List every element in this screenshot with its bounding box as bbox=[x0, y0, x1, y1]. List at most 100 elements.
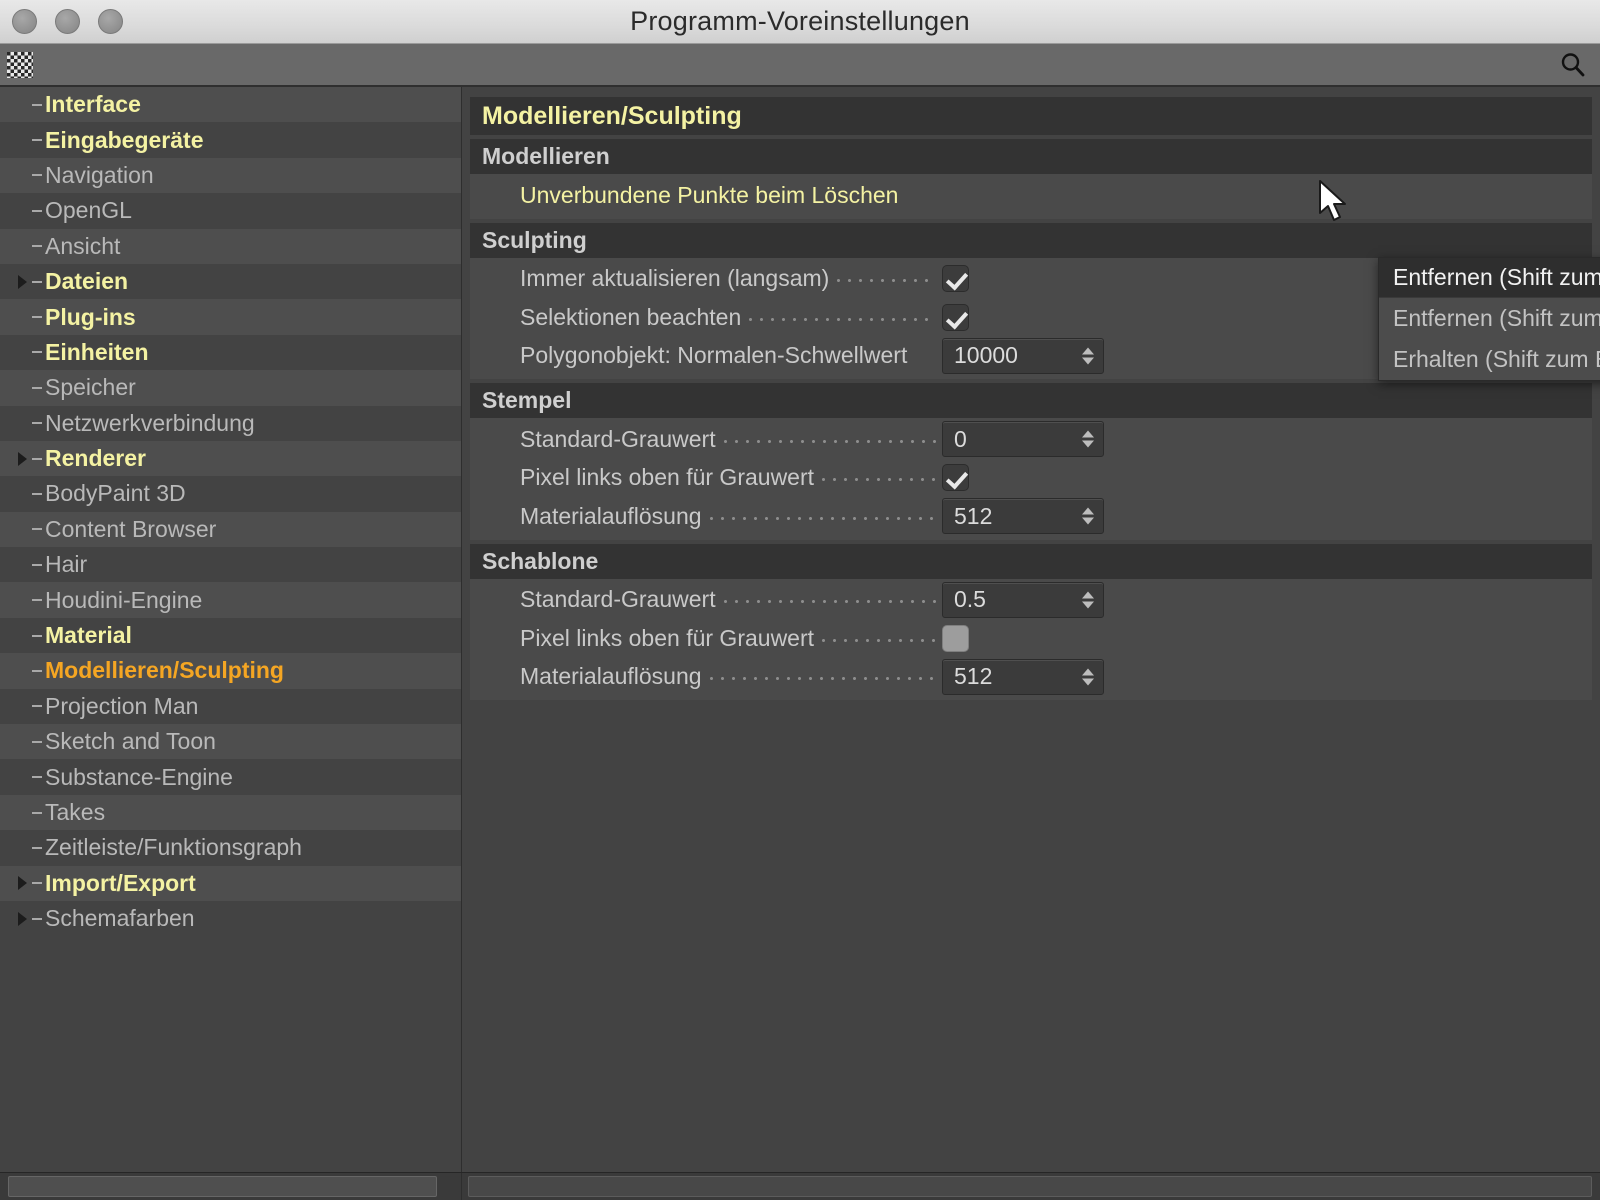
stepper-down-icon[interactable] bbox=[1082, 440, 1094, 448]
dropdown-option[interactable]: Entfernen (Shift zum Erhalten) bbox=[1379, 298, 1600, 339]
stepper-arrows[interactable] bbox=[1082, 591, 1094, 609]
stepper-arrows[interactable] bbox=[1082, 430, 1094, 448]
sidebar-item-speicher[interactable]: Speicher bbox=[0, 370, 461, 406]
search-icon[interactable] bbox=[1556, 48, 1590, 82]
sidebar-item-ansicht[interactable]: Ansicht bbox=[0, 228, 461, 264]
sidebar-item-import-export[interactable]: Import/Export bbox=[0, 865, 461, 901]
bottom-scrollbar-area bbox=[0, 1172, 1600, 1200]
sidebar-item-zeitleiste-funktionsgraph[interactable]: Zeitleiste/Funktionsgraph bbox=[0, 830, 461, 866]
tree-connector bbox=[32, 386, 42, 389]
sidebar-item-dateien[interactable]: Dateien bbox=[0, 263, 461, 300]
stepper-down-icon[interactable] bbox=[1082, 517, 1094, 525]
minimize-button[interactable] bbox=[55, 9, 80, 34]
window-controls bbox=[12, 0, 123, 43]
control-slot: 512 bbox=[942, 498, 1592, 535]
control-slot: 0 bbox=[942, 421, 1592, 458]
sidebar-item-navigation[interactable]: Navigation bbox=[0, 157, 461, 194]
stepper-up-icon[interactable] bbox=[1082, 430, 1094, 438]
sidebar-item-houdini-engine[interactable]: Houdini-Engine bbox=[0, 582, 461, 618]
expand-triangle-icon[interactable] bbox=[18, 876, 27, 891]
zoom-button[interactable] bbox=[98, 9, 123, 34]
expand-triangle-icon[interactable] bbox=[18, 911, 27, 926]
control-slot: 0.5 bbox=[942, 581, 1592, 618]
sidebar-item-eingabeger-te[interactable]: Eingabegeräte bbox=[0, 122, 461, 158]
sidebar-item-content-browser[interactable]: Content Browser bbox=[0, 511, 461, 548]
setting-row: Standard-Grauwert 0 bbox=[470, 420, 1592, 459]
grip-dots-icon[interactable] bbox=[7, 51, 33, 78]
scrollbar-thumb[interactable] bbox=[468, 1176, 1592, 1197]
stepper-down-icon[interactable] bbox=[1082, 357, 1094, 365]
sidebar-item-label: BodyPaint 3D bbox=[45, 480, 186, 507]
dotted-leader bbox=[902, 186, 936, 205]
sidebar-item-takes[interactable]: Takes bbox=[0, 794, 461, 831]
close-button[interactable] bbox=[12, 9, 37, 34]
dotted-leader bbox=[719, 429, 936, 449]
tree-connector bbox=[32, 599, 42, 602]
checkbox[interactable] bbox=[942, 303, 969, 331]
sidebar-item-opengl[interactable]: OpenGL bbox=[0, 193, 461, 229]
sidebar-item-projection-man[interactable]: Projection Man bbox=[0, 688, 461, 725]
number-field[interactable]: 0 bbox=[942, 421, 1104, 458]
setting-label: Unverbundene Punkte beim Löschen bbox=[520, 181, 899, 208]
content-horizontal-scrollbar[interactable] bbox=[462, 1173, 1600, 1200]
sidebar-item-substance-engine[interactable]: Substance-Engine bbox=[0, 759, 461, 795]
sidebar-item-material[interactable]: Material bbox=[0, 617, 461, 654]
sidebar-item-bodypaint-3d[interactable]: BodyPaint 3D bbox=[0, 476, 461, 512]
sidebar-item-hair[interactable]: Hair bbox=[0, 547, 461, 583]
number-field[interactable]: 0.5 bbox=[942, 581, 1104, 618]
dropdown-selected-option[interactable]: Entfernen (Shift zum Erhalten) bbox=[1379, 258, 1600, 298]
sidebar-horizontal-scrollbar[interactable] bbox=[0, 1173, 462, 1200]
sidebar-item-plug-ins[interactable]: Plug-ins bbox=[0, 299, 461, 335]
expand-triangle-icon[interactable] bbox=[18, 451, 27, 466]
sidebar-item-schemafarben[interactable]: Schemafarben bbox=[0, 900, 461, 937]
dropdown-menu[interactable]: Entfernen (Shift zum Erhalten) Entfernen… bbox=[1378, 257, 1600, 381]
toolbar bbox=[0, 44, 1600, 87]
setting-row: Standard-Grauwert 0.5 bbox=[470, 581, 1592, 620]
sidebar-item-netzwerkverbindung[interactable]: Netzwerkverbindung bbox=[0, 405, 461, 441]
setting-label: Pixel links oben für Grauwert bbox=[520, 464, 815, 491]
content-inner: Modellieren/Sculpting Modellieren Unverbu… bbox=[470, 97, 1592, 700]
sidebar-item-sketch-and-toon[interactable]: Sketch and Toon bbox=[0, 724, 461, 760]
sidebar-item-label: Takes bbox=[45, 799, 106, 825]
tree-connector bbox=[32, 669, 42, 672]
stepper-up-icon[interactable] bbox=[1082, 668, 1094, 676]
scrollbar-thumb[interactable] bbox=[8, 1176, 438, 1197]
stepper-arrows[interactable] bbox=[1082, 668, 1094, 686]
sidebar-item-label: Interface bbox=[45, 91, 141, 118]
setting-row: Materialauflösung 512 bbox=[470, 497, 1592, 536]
sidebar-item-label: Ansicht bbox=[45, 232, 121, 259]
checkbox[interactable] bbox=[942, 265, 969, 293]
setting-label: Materialauflösung bbox=[520, 502, 702, 529]
sidebar-item-label: Sketch and Toon bbox=[45, 728, 216, 755]
number-value: 0.5 bbox=[954, 586, 986, 613]
number-field[interactable]: 512 bbox=[942, 498, 1104, 535]
preferences-window: Programm-Voreinstellungen Interface Einga… bbox=[0, 0, 1600, 1200]
number-field[interactable]: 512 bbox=[942, 658, 1104, 695]
setting-label: Selektionen beachten bbox=[520, 303, 742, 330]
tree-connector bbox=[32, 740, 42, 743]
expand-triangle-icon[interactable] bbox=[18, 274, 27, 289]
setting-row: Pixel links oben für Grauwert bbox=[470, 619, 1592, 658]
dropdown-option[interactable]: Erhalten (Shift zum Entfernen) bbox=[1379, 339, 1600, 380]
dotted-leader bbox=[818, 628, 936, 648]
stepper-down-icon[interactable] bbox=[1082, 601, 1094, 609]
group-body: Standard-Grauwert 0 Pixel links oben für G… bbox=[470, 418, 1592, 540]
stepper-arrows[interactable] bbox=[1082, 507, 1094, 525]
checkbox[interactable] bbox=[942, 464, 969, 492]
sidebar-item-renderer[interactable]: Renderer bbox=[0, 440, 461, 477]
sidebar-item-einheiten[interactable]: Einheiten bbox=[0, 334, 461, 371]
number-field[interactable]: 10000 bbox=[942, 337, 1104, 374]
sidebar-item-label: Houdini-Engine bbox=[45, 586, 203, 613]
sidebar-item-modellieren-sculpting[interactable]: Modellieren/Sculpting bbox=[0, 653, 461, 689]
stepper-up-icon[interactable] bbox=[1082, 507, 1094, 515]
setting-row: Materialauflösung 512 bbox=[470, 658, 1592, 697]
preferences-sidebar[interactable]: Interface Eingabegeräte Navigation OpenGL An… bbox=[0, 87, 462, 1172]
setting-label: Standard-Grauwert bbox=[520, 586, 716, 613]
dotted-leader bbox=[911, 346, 936, 365]
stepper-arrows[interactable] bbox=[1082, 347, 1094, 365]
stepper-down-icon[interactable] bbox=[1082, 678, 1094, 686]
sidebar-item-interface[interactable]: Interface bbox=[0, 87, 461, 123]
stepper-up-icon[interactable] bbox=[1082, 347, 1094, 355]
stepper-up-icon[interactable] bbox=[1082, 591, 1094, 599]
checkbox[interactable] bbox=[942, 624, 969, 652]
